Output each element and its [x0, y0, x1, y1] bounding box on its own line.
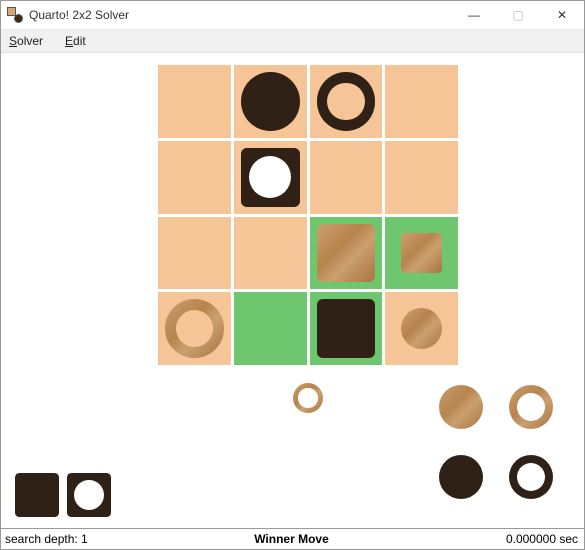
tray-br-0[interactable] — [439, 385, 483, 429]
client-area — [1, 53, 584, 528]
piece-wood-circle-small[interactable] — [401, 308, 442, 349]
game-board — [158, 65, 458, 365]
cell-1-1[interactable] — [234, 141, 307, 214]
cell-0-0[interactable] — [158, 65, 231, 138]
cell-3-2[interactable] — [310, 292, 383, 365]
app-window: Quarto! 2x2 Solver — ▢ ✕ Solver Edit — [0, 0, 585, 550]
title-bar: Quarto! 2x2 Solver — ▢ ✕ — [1, 1, 584, 30]
cell-3-3[interactable] — [385, 292, 458, 365]
piece-green-circle[interactable] — [241, 299, 300, 358]
piece-dark-square-small[interactable] — [15, 473, 59, 517]
status-result: Winner Move — [196, 532, 387, 546]
piece-dark-circle-solid[interactable] — [241, 72, 300, 131]
tray-bl-1[interactable] — [67, 473, 111, 517]
cell-1-0[interactable] — [158, 141, 231, 214]
menu-edit[interactable]: Edit — [61, 33, 90, 49]
status-time: 0.000000 sec — [387, 532, 584, 546]
piece-wood-ring-big[interactable] — [509, 385, 553, 429]
next-piece[interactable] — [293, 383, 323, 413]
cell-1-2[interactable] — [310, 141, 383, 214]
close-button[interactable]: ✕ — [540, 1, 584, 29]
cell-1-3[interactable] — [385, 141, 458, 214]
piece-wood-circle-hollow[interactable] — [165, 299, 224, 358]
status-depth: search depth: 1 — [1, 532, 196, 546]
piece-wood-square-big[interactable] — [317, 224, 376, 283]
status-bar: search depth: 1 Winner Move 0.000000 sec — [1, 528, 584, 549]
cell-0-2[interactable] — [310, 65, 383, 138]
piece-dark-square-big[interactable] — [317, 299, 376, 358]
window-title: Quarto! 2x2 Solver — [29, 8, 129, 22]
piece-wood-circle-big[interactable] — [439, 385, 483, 429]
cell-2-0[interactable] — [158, 217, 231, 290]
piece-dark-circle-big[interactable] — [439, 455, 483, 499]
tray-br-2[interactable] — [439, 455, 483, 499]
tray-br-1[interactable] — [509, 385, 553, 429]
piece-dark-ring-big[interactable] — [509, 455, 553, 499]
menu-solver[interactable]: Solver — [5, 33, 47, 49]
app-icon — [7, 7, 23, 23]
cell-2-1[interactable] — [234, 217, 307, 290]
minimize-button[interactable]: — — [452, 1, 496, 29]
piece-dark-circle-hollow[interactable] — [317, 72, 376, 131]
piece-dark-square-hollow[interactable] — [241, 148, 300, 207]
cell-0-1[interactable] — [234, 65, 307, 138]
piece-wood-square-small[interactable] — [401, 233, 442, 274]
cell-3-0[interactable] — [158, 292, 231, 365]
cell-2-3[interactable] — [385, 217, 458, 290]
cell-0-3[interactable] — [385, 65, 458, 138]
piece-dark-square-hollow-small[interactable] — [67, 473, 111, 517]
menu-bar: Solver Edit — [1, 30, 584, 53]
cell-2-2[interactable] — [310, 217, 383, 290]
cell-3-1[interactable] — [234, 292, 307, 365]
maximize-button: ▢ — [496, 1, 540, 29]
tray-br-3[interactable] — [509, 455, 553, 499]
tray-bl-0[interactable] — [15, 473, 59, 517]
piece-wood-ring-small[interactable] — [293, 383, 323, 413]
